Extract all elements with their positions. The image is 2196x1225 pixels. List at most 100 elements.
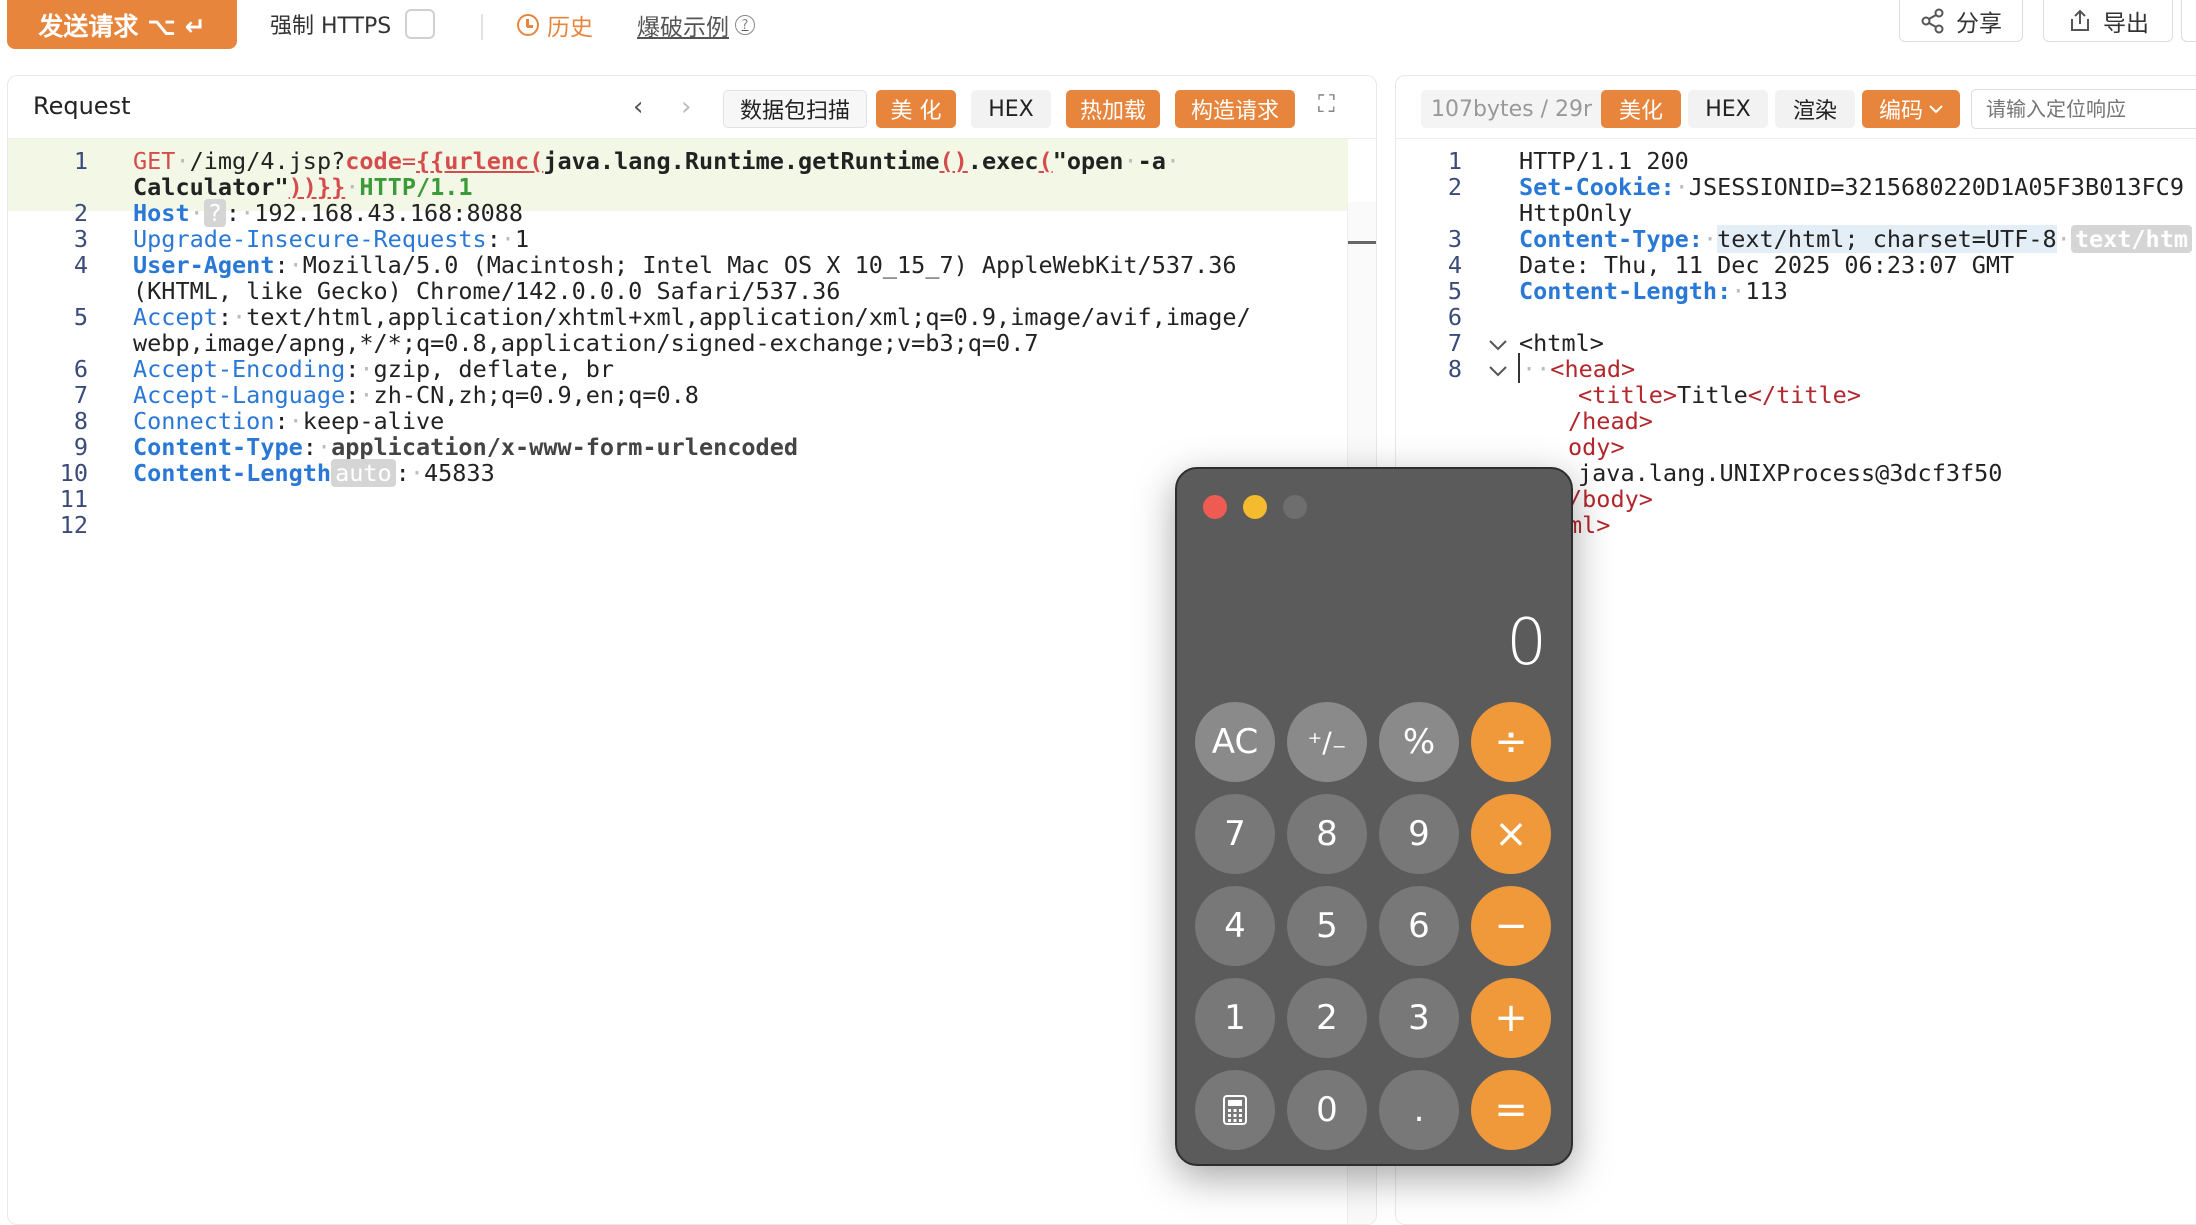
header-value: HttpOnly — [1519, 199, 1633, 227]
line-number: 5 — [73, 303, 88, 331]
construct-request-button[interactable]: 构造请求 — [1175, 90, 1295, 128]
hex-button[interactable]: HEX — [971, 90, 1051, 128]
header-value: gzip, deflate, br — [373, 355, 615, 383]
header-key: Host — [133, 199, 190, 227]
blast-example-label: 爆破示例 — [637, 15, 729, 41]
blast-example-link[interactable]: 爆破示例 ? — [637, 8, 755, 42]
resp-line-1: HTTP/1.1 200 — [1519, 147, 1689, 175]
request-path: /img/4.jsp? — [189, 147, 346, 175]
code-flag: -a — [1137, 147, 1166, 175]
code-line-8: Connection:·keep-alive — [133, 407, 445, 435]
html-tag: ody> — [1568, 433, 1625, 461]
close-window-button[interactable] — [1203, 495, 1227, 519]
calc-key-6[interactable]: 6 — [1379, 886, 1459, 966]
fold-chevron-icon[interactable] — [1488, 365, 1508, 377]
share-icon — [1921, 8, 1944, 33]
response-size: 107bytes / 29r — [1421, 90, 1611, 128]
force-https-label: 强制 HTTPS — [270, 14, 392, 39]
calc-key-calculator-icon[interactable] — [1195, 1070, 1275, 1150]
request-title: Request — [33, 92, 131, 120]
paren-open: ( — [1038, 147, 1053, 175]
send-request-button[interactable]: 发送请求 ⌥ ↵ — [7, 0, 237, 49]
header-key: Content-Type: — [1519, 225, 1703, 253]
auto-badge[interactable]: auto — [331, 459, 396, 487]
calc-key-ac[interactable]: AC — [1195, 702, 1275, 782]
line-number: 4 — [73, 251, 88, 279]
calc-key-equals[interactable]: = — [1471, 1070, 1551, 1150]
code-line-6: Accept-Encoding:·gzip, deflate, br — [133, 355, 615, 383]
code-line-5: Accept:·text/html,application/xhtml+xml,… — [133, 303, 1251, 331]
html-tag: ml> — [1568, 511, 1611, 539]
resp-line-4: Date: Thu, 11 Dec 2025 06:23:07 GMT — [1519, 251, 2014, 279]
header-key: Connection — [133, 407, 275, 435]
more-button[interactable] — [2181, 0, 2196, 42]
minimize-window-button[interactable] — [1243, 495, 1267, 519]
header-value: 113 — [1745, 277, 1788, 305]
calc-key-4[interactable]: 4 — [1195, 886, 1275, 966]
html-tag: <head> — [1550, 355, 1636, 383]
calc-key-divide[interactable]: ÷ — [1471, 702, 1551, 782]
calc-key-9[interactable]: 9 — [1379, 794, 1459, 874]
content-type-badge[interactable]: text/htm — [2070, 225, 2192, 253]
host-badge[interactable]: ? — [203, 199, 226, 227]
request-editor[interactable]: 1 GET·/img/4.jsp?code={{urlenc(java.lang… — [8, 139, 1376, 1224]
line-number: 7 — [73, 381, 88, 409]
code-line-9: Content-Type:·application/x-www-form-url… — [133, 433, 798, 461]
header-key: Accept-Encoding — [133, 355, 346, 383]
resp-line-2: Set-Cookie:·JSESSIONID=3215680220D1A05F3… — [1519, 173, 2184, 201]
hot-load-button[interactable]: 热加载 — [1066, 90, 1160, 128]
resp-line-13: /body> — [1568, 485, 1653, 513]
line-number: 11 — [59, 485, 88, 513]
force-https-checkbox[interactable] — [405, 9, 436, 39]
calc-key-5[interactable]: 5 — [1287, 886, 1367, 966]
code-line-7: Accept-Language:·zh-CN,zh;q=0.9,en;q=0.8 — [133, 381, 699, 409]
code-string-cont: Calculator" — [133, 173, 289, 201]
html-tag: /body> — [1568, 485, 1653, 513]
help-icon[interactable]: ? — [735, 15, 755, 35]
share-label: 分享 — [1956, 10, 2002, 37]
toolbar-divider — [481, 14, 483, 40]
calc-key-3[interactable]: 3 — [1379, 978, 1459, 1058]
calc-key-multiply[interactable]: × — [1471, 794, 1551, 874]
calc-key-dot[interactable]: . — [1379, 1070, 1459, 1150]
html-tag: /head> — [1568, 407, 1653, 435]
calc-key-percent[interactable]: % — [1379, 702, 1459, 782]
response-beautify-button[interactable]: 美化 — [1601, 90, 1681, 128]
beautify-button[interactable]: 美 化 — [876, 90, 956, 128]
calc-key-sign[interactable]: ⁺∕₋ — [1287, 702, 1367, 782]
calc-key-1[interactable]: 1 — [1195, 978, 1275, 1058]
resp-line-3: Content-Type:·text/html; charset=UTF-8· t… — [1519, 225, 2192, 253]
prev-arrow-icon[interactable]: ‹ — [633, 92, 643, 122]
encoding-label: 编码 — [1878, 99, 1923, 124]
calc-key-minus[interactable]: − — [1471, 886, 1551, 966]
response-hex-button[interactable]: HEX — [1688, 90, 1768, 128]
encoding-dropdown[interactable]: 编码 — [1862, 90, 1960, 128]
locate-response-input[interactable] — [1971, 89, 2196, 129]
tag-close: ))}} — [288, 173, 346, 201]
calc-key-plus[interactable]: + — [1471, 978, 1551, 1058]
calc-key-7[interactable]: 7 — [1195, 794, 1275, 874]
next-arrow-icon[interactable]: › — [681, 92, 691, 122]
line-number: 5 — [1447, 277, 1462, 305]
code-line-5-wrap: webp,image/apng,*/*;q=0.8,application/si… — [133, 329, 1038, 357]
param-eq: = — [401, 147, 416, 175]
code-string: "open — [1052, 147, 1124, 175]
share-button[interactable]: 分享 — [1899, 0, 2023, 42]
fullscreen-icon[interactable]: ⛶ — [1318, 90, 1335, 118]
paren: () — [939, 147, 968, 175]
line-number: 3 — [1447, 225, 1462, 253]
header-key: Content-Length — [133, 459, 332, 487]
line-number: 6 — [1447, 303, 1462, 331]
zoom-window-button[interactable] — [1283, 495, 1307, 519]
render-button[interactable]: 渲染 — [1775, 90, 1855, 128]
param-name: code — [345, 147, 402, 175]
resp-line-9: <title>Title</title> — [1578, 381, 1861, 409]
calc-key-8[interactable]: 8 — [1287, 794, 1367, 874]
fold-chevron-icon[interactable] — [1488, 339, 1508, 351]
history-button[interactable]: 历史 — [517, 8, 593, 42]
calculator-window[interactable]: 0 AC ⁺∕₋ % ÷ 7 8 9 × 4 5 6 − 1 2 3 + 0 .… — [1175, 467, 1573, 1166]
calc-key-0[interactable]: 0 — [1287, 1070, 1367, 1150]
calc-key-2[interactable]: 2 — [1287, 978, 1367, 1058]
packet-scan-button[interactable]: 数据包扫描 — [723, 90, 867, 128]
export-button[interactable]: 导出 — [2043, 0, 2173, 42]
